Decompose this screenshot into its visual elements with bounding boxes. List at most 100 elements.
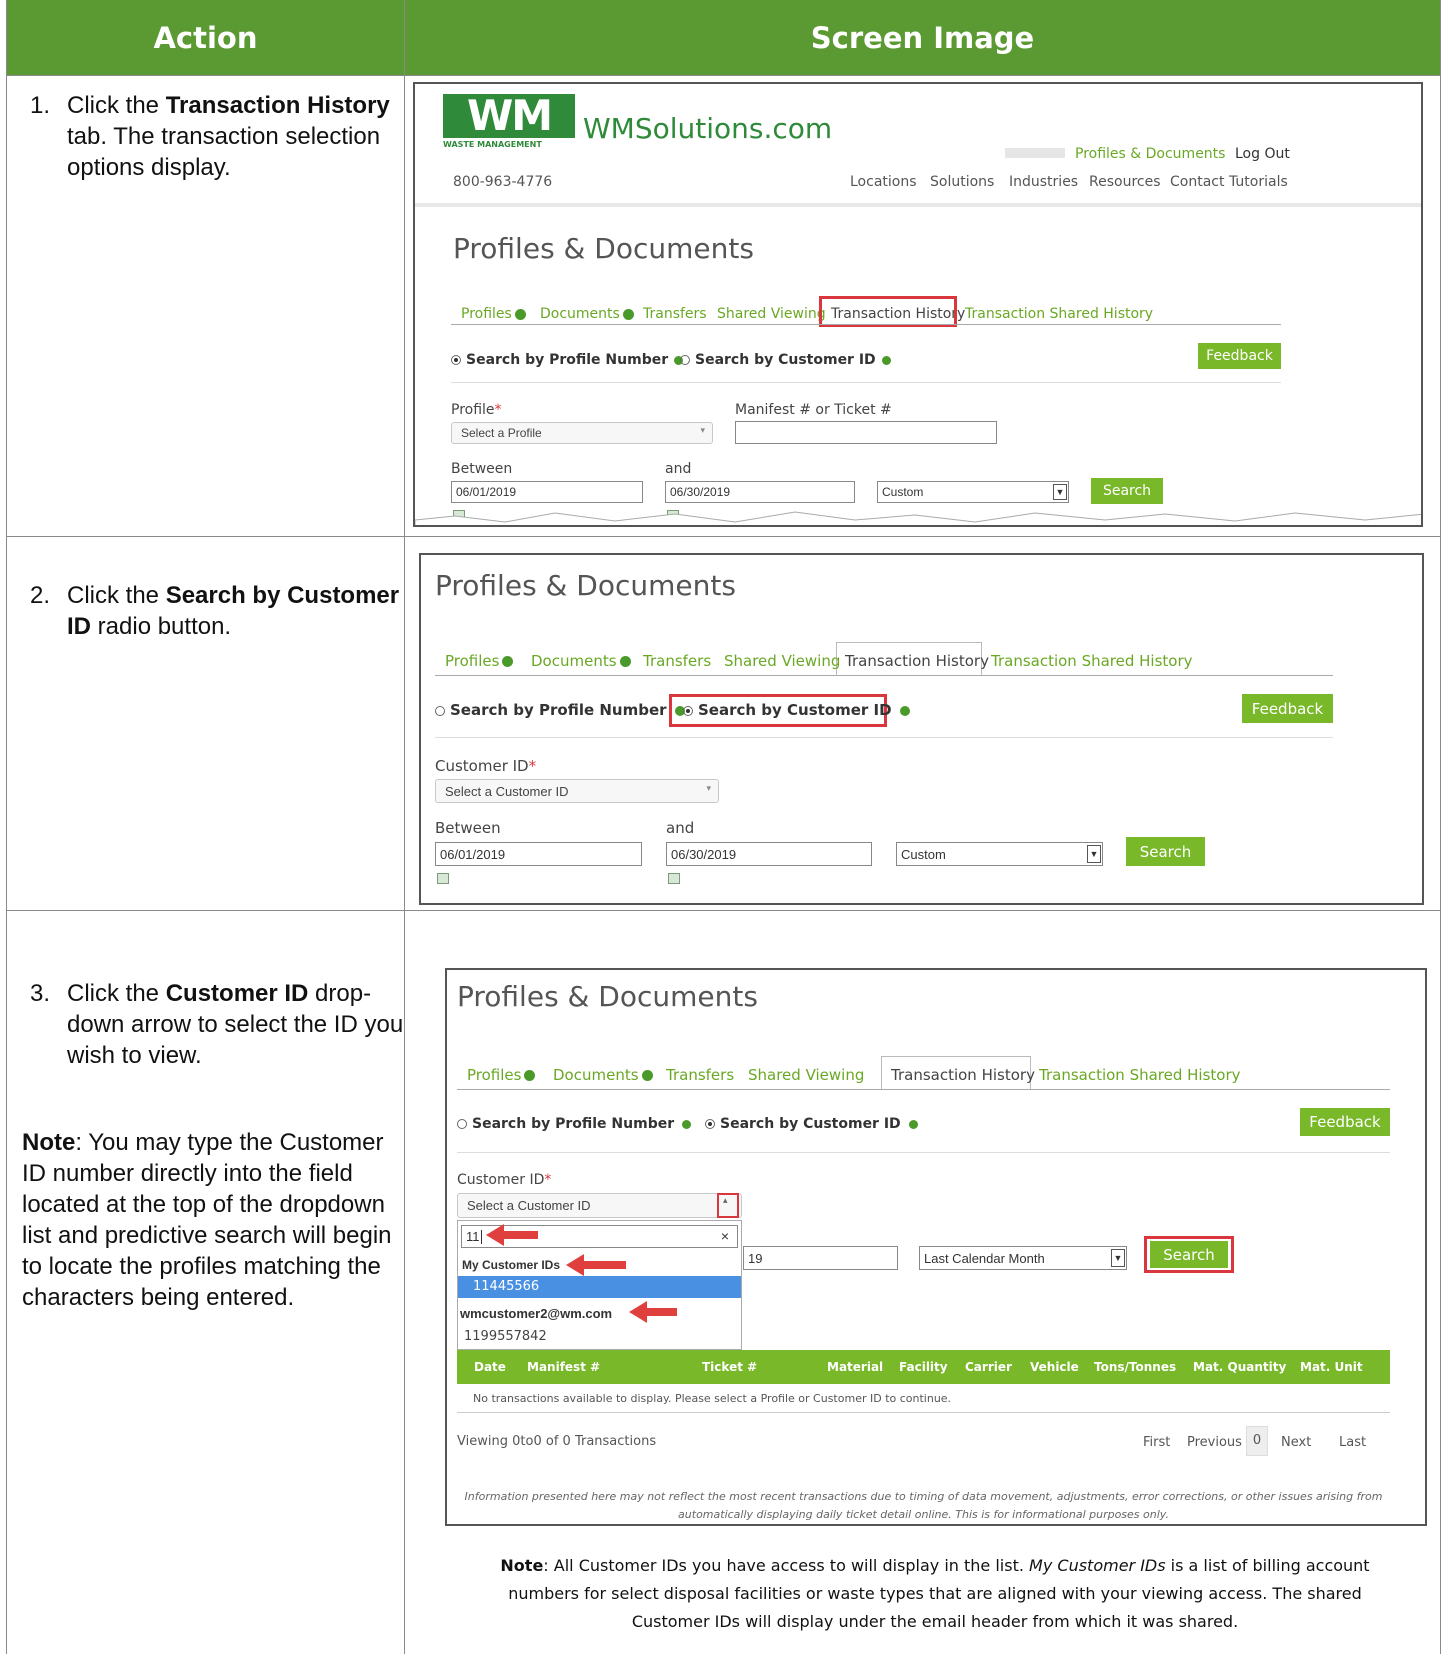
step-bold: Customer ID — [165, 980, 309, 1007]
col-material[interactable]: Material — [827, 1360, 883, 1374]
range-select[interactable]: Last Calendar Month ▼ — [919, 1246, 1127, 1270]
tab-transfers[interactable]: Transfers — [643, 306, 707, 322]
step-number: 1. — [30, 92, 51, 119]
customer-id-select[interactable]: Select a Customer ID ▾ — [435, 779, 719, 803]
nav-locations[interactable]: Locations — [850, 174, 917, 190]
arrow-pointer-icon — [629, 1301, 677, 1323]
chevron-down-icon: ▼ — [1111, 1249, 1125, 1267]
tab-documents[interactable]: Documents — [531, 652, 631, 670]
search-button[interactable]: Search — [1126, 837, 1205, 866]
tab-transaction-shared-history[interactable]: Transaction Shared History — [991, 652, 1193, 670]
feedback-button[interactable]: Feedback — [1198, 343, 1281, 369]
select-value: Custom — [882, 485, 924, 499]
note-label: Note — [500, 1556, 544, 1575]
radio-customer-id[interactable]: Search by Customer ID — [705, 1116, 918, 1132]
wm-logo-sub: WASTE MANAGEMENT — [443, 140, 542, 149]
radio-unchecked-icon — [680, 355, 690, 365]
calendar-icon[interactable] — [668, 873, 680, 884]
site-domain[interactable]: WMSolutions.com — [583, 112, 832, 145]
tab-documents[interactable]: Documents — [553, 1066, 653, 1084]
table-border-right — [1440, 0, 1441, 1654]
col-manifest[interactable]: Manifest # — [527, 1360, 600, 1374]
dropdown-option-highlighted[interactable]: 11445566 — [458, 1276, 741, 1298]
radio-customer-id[interactable]: Search by Customer ID — [683, 701, 910, 719]
tab-shared-viewing[interactable]: Shared Viewing — [724, 652, 840, 670]
date-to-input[interactable]: 06/30/2019 — [666, 842, 872, 866]
radio-customer-id[interactable]: Search by Customer ID — [680, 352, 891, 368]
col-tons[interactable]: Tons/Tonnes — [1094, 1360, 1176, 1374]
tab-documents[interactable]: Documents — [540, 306, 634, 322]
range-select[interactable]: Custom ▼ — [877, 481, 1069, 503]
step-1: 1. Click the Transaction History tab. Th… — [30, 90, 410, 183]
pager-last[interactable]: Last — [1339, 1435, 1366, 1450]
nav-contact[interactable]: Contact — [1170, 174, 1224, 190]
blurred-username — [1005, 148, 1065, 158]
col-facility[interactable]: Facility — [899, 1360, 948, 1374]
nav-solutions[interactable]: Solutions — [930, 174, 994, 190]
customer-id-select[interactable]: Select a Customer ID — [457, 1193, 742, 1218]
step-3: 3. Click the Customer ID drop-down arrow… — [30, 978, 410, 1071]
calendar-icon[interactable] — [437, 873, 449, 884]
col-vehicle[interactable]: Vehicle — [1030, 1360, 1079, 1374]
radio-label: Search by Profile Number — [466, 352, 669, 368]
tab-shared-viewing[interactable]: Shared Viewing — [748, 1066, 864, 1084]
col-ticket[interactable]: Ticket # — [702, 1360, 757, 1374]
tab-transfers[interactable]: Transfers — [643, 652, 711, 670]
chevron-down-icon: ▼ — [1087, 845, 1101, 863]
nav-tutorials[interactable]: Tutorials — [1229, 174, 1288, 190]
tab-underline — [451, 324, 1281, 325]
date-to-input[interactable]: 06/30/2019 — [665, 481, 855, 503]
step-number: 2. — [30, 582, 51, 609]
tab-transfers[interactable]: Transfers — [666, 1066, 734, 1084]
close-icon[interactable]: × — [721, 1228, 729, 1244]
link-log-out[interactable]: Log Out — [1235, 146, 1290, 162]
radio-profile-number[interactable]: Search by Profile Number — [435, 701, 685, 719]
step-text: Click the — [67, 980, 166, 1007]
feedback-button[interactable]: Feedback — [1242, 694, 1333, 723]
feedback-button[interactable]: Feedback — [1300, 1108, 1390, 1136]
nav-resources[interactable]: Resources — [1089, 174, 1161, 190]
group-email-header: wmcustomer2@wm.com — [460, 1306, 613, 1321]
tab-profiles[interactable]: Profiles — [445, 652, 514, 670]
tab-profiles[interactable]: Profiles — [461, 306, 526, 322]
col-mat-quantity[interactable]: Mat. Quantity — [1193, 1360, 1286, 1374]
date-from-input[interactable]: 06/01/2019 — [435, 842, 642, 866]
tab-profiles[interactable]: Profiles — [467, 1066, 536, 1084]
link-profiles-documents[interactable]: Profiles & Documents — [1075, 146, 1225, 162]
pager-next[interactable]: Next — [1281, 1435, 1311, 1450]
date-to-input[interactable]: 19 — [743, 1246, 898, 1270]
tab-transaction-history[interactable]: Transaction History — [845, 652, 989, 670]
divider — [435, 737, 1333, 738]
wm-logo[interactable]: WM — [443, 94, 575, 138]
arrow-pointer-icon — [486, 1224, 538, 1246]
step-3-note: Note: You may type the Customer ID numbe… — [22, 1127, 412, 1313]
pager-first[interactable]: First — [1143, 1435, 1170, 1450]
col-mat-unit[interactable]: Mat. Unit — [1300, 1360, 1363, 1374]
profile-select[interactable]: Select a Profile ▾ — [451, 422, 713, 444]
info-icon — [682, 1119, 692, 1129]
row-line-1 — [6, 75, 1440, 76]
tab-transaction-shared-history[interactable]: Transaction Shared History — [965, 306, 1153, 322]
tab-transaction-history[interactable]: Transaction History — [891, 1066, 1035, 1084]
tab-label: Documents — [553, 1066, 639, 1084]
range-select[interactable]: Custom ▼ — [896, 842, 1103, 866]
page-title: Profiles & Documents — [435, 569, 736, 602]
search-button[interactable]: Search — [1091, 478, 1163, 504]
col-carrier[interactable]: Carrier — [965, 1360, 1012, 1374]
step-text: radio button. — [91, 613, 232, 640]
chevron-up-icon[interactable]: ▴ — [723, 1196, 728, 1206]
date-from-input[interactable]: 06/01/2019 — [451, 481, 643, 503]
radio-profile-number[interactable]: Search by Profile Number — [451, 352, 684, 368]
manifest-input[interactable] — [735, 421, 997, 444]
dropdown-option[interactable]: 1199557842 — [464, 1329, 547, 1344]
nav-industries[interactable]: Industries — [1009, 174, 1078, 190]
search-button[interactable]: Search — [1150, 1241, 1228, 1268]
pager-current[interactable]: 0 — [1246, 1426, 1268, 1456]
radio-profile-number[interactable]: Search by Profile Number — [457, 1116, 692, 1132]
header-action: Action — [7, 0, 404, 75]
tab-transaction-shared-history[interactable]: Transaction Shared History — [1039, 1066, 1241, 1084]
info-icon — [524, 1070, 536, 1081]
tab-shared-viewing[interactable]: Shared Viewing — [717, 306, 826, 322]
pager-previous[interactable]: Previous — [1187, 1435, 1242, 1450]
col-date[interactable]: Date — [474, 1360, 506, 1374]
